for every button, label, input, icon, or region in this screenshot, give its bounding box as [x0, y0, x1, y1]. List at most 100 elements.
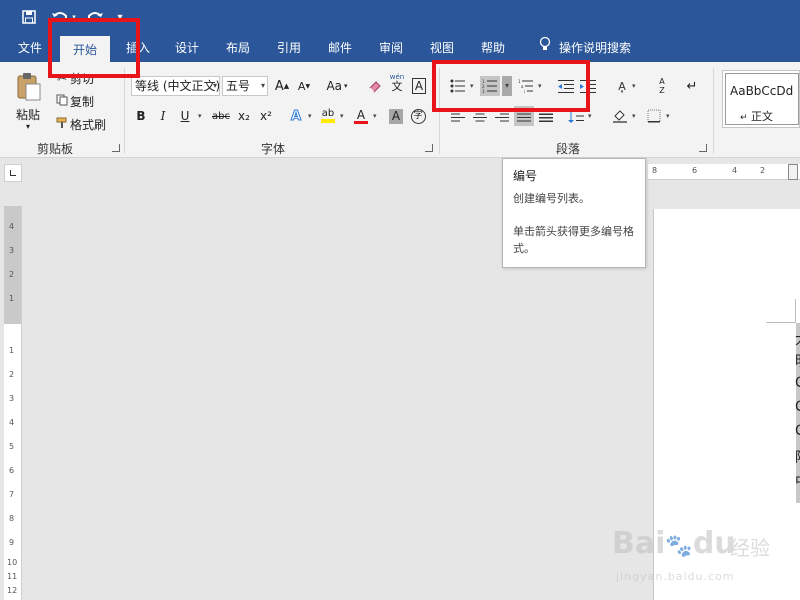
grow-font-icon[interactable]: A ▲ — [272, 76, 292, 96]
bold-button[interactable]: B — [131, 106, 151, 126]
tell-me-label: 操作说明搜索 — [558, 41, 631, 55]
font-color-swatch — [354, 120, 368, 124]
save-icon[interactable] — [18, 6, 40, 28]
paw-icon: 🐾 — [665, 534, 693, 559]
font-dialog-launcher[interactable] — [425, 144, 433, 152]
shading-dropdown-icon[interactable]: ▾ — [632, 112, 636, 120]
margin-corner-mark — [795, 299, 796, 323]
ruler-number: 7 — [9, 490, 15, 499]
style-name: ↵ 正文 — [740, 108, 773, 124]
character-shading-label: A — [388, 108, 404, 124]
chinese-layout-icon[interactable]: A͓ — [612, 76, 632, 96]
change-case-button[interactable]: Aa ▾ — [322, 76, 352, 96]
subscript-button[interactable]: x₂ — [234, 106, 254, 126]
italic-button[interactable]: I — [153, 106, 173, 126]
shading-icon[interactable] — [610, 106, 630, 126]
enclose-characters-label: 字 — [410, 108, 426, 124]
font-color-label: A — [356, 107, 366, 122]
tab-view[interactable]: 视图 — [420, 34, 464, 62]
document-text: C — [795, 423, 800, 439]
ruler-number: 9 — [9, 538, 15, 547]
group-separator — [713, 68, 714, 154]
highlight-swatch — [321, 119, 335, 123]
font-color-dropdown-icon[interactable]: ▾ — [373, 112, 377, 120]
clipboard-dialog-launcher[interactable] — [112, 144, 120, 152]
line-spacing-dropdown-icon[interactable]: ▾ — [588, 112, 592, 120]
borders-dropdown-icon[interactable]: ▾ — [666, 112, 670, 120]
text-effects-dropdown-icon[interactable]: ▾ — [308, 112, 312, 120]
ruler-number: 4 — [9, 418, 15, 427]
highlight-color-button[interactable]: ab — [318, 106, 338, 126]
paste-icon — [16, 72, 42, 105]
chevron-down-icon: ▾ — [212, 81, 217, 90]
style-preview-text: AaBbCcDd — [730, 84, 794, 98]
highlight-box-home-tab — [48, 18, 140, 78]
ruler-number: 6 — [692, 166, 698, 175]
highlight-dropdown-icon[interactable]: ▾ — [340, 112, 344, 120]
ruler-number: 8 — [9, 514, 15, 523]
ruler-number: 5 — [9, 442, 15, 451]
format-painter-label: 格式刷 — [70, 117, 107, 132]
style-normal-inner: AaBbCcDd ↵ 正文 — [725, 73, 799, 125]
document-text: C — [795, 399, 800, 415]
style-normal[interactable]: AaBbCcDd ↵ 正文 — [722, 70, 800, 128]
paragraph-dialog-launcher[interactable] — [699, 144, 707, 152]
document-text: 阿 — [795, 447, 800, 467]
font-family-combo[interactable]: 等线 (中文正文) ▾ — [131, 76, 220, 96]
format-painter-button[interactable]: 格式刷 — [54, 114, 106, 134]
tab-references[interactable]: 引用 — [267, 34, 311, 62]
watermark-url: jingyan.baidu.com — [616, 570, 735, 583]
change-case-label: Aa — [326, 79, 343, 93]
clipboard-group-label: 剪贴板 — [36, 142, 73, 156]
clear-formatting-icon[interactable] — [365, 76, 385, 96]
enclose-characters-button[interactable]: 字 — [408, 106, 428, 126]
chinese-layout-dropdown-icon[interactable]: ▾ — [632, 82, 636, 90]
font-size-combo[interactable]: 五号 ▾ — [222, 76, 268, 96]
font-color-button[interactable]: A — [351, 106, 371, 126]
tab-file[interactable]: 文件 — [8, 34, 52, 62]
paintbrush-icon — [54, 117, 70, 132]
copy-button[interactable]: 复制 — [54, 91, 94, 111]
ruler-number: 3 — [9, 246, 15, 255]
phonetic-guide-button[interactable]: wén 文 — [387, 72, 407, 92]
watermark-logo: Bai🐾du — [612, 526, 736, 561]
vertical-ruler[interactable]: 4 3 2 1 1 2 3 4 5 6 7 8 9 10 11 12 — [4, 206, 22, 600]
underline-dropdown-icon[interactable]: ▾ — [198, 112, 202, 120]
tooltip-line2: 单击箭头获得更多编号格式。 — [513, 225, 634, 255]
show-hide-marks-icon[interactable]: ↵ — [682, 76, 702, 96]
paste-button[interactable]: 粘贴 ▾ — [10, 68, 48, 138]
tab-help[interactable]: 帮助 — [471, 34, 515, 62]
borders-icon[interactable] — [644, 106, 664, 126]
text-effects-button[interactable]: A — [286, 106, 306, 126]
copy-label: 复制 — [70, 94, 95, 109]
ruler-number: 12 — [7, 586, 18, 595]
shrink-font-icon[interactable]: A ▼ — [294, 76, 314, 96]
tab-design[interactable]: 设计 — [165, 34, 209, 62]
font-family-value: 等线 (中文正文) — [135, 79, 220, 93]
ruler-number: 10 — [7, 558, 18, 567]
underline-button[interactable]: U — [175, 106, 195, 126]
left-tab-icon — [10, 170, 16, 176]
paste-dropdown-icon[interactable]: ▾ — [26, 122, 30, 131]
ruler-number: 6 — [9, 466, 15, 475]
tab-review[interactable]: 审阅 — [369, 34, 413, 62]
ruler-number: 2 — [9, 370, 15, 379]
tab-layout[interactable]: 布局 — [216, 34, 260, 62]
document-text: C — [795, 375, 800, 391]
strikethrough-button[interactable]: abc — [208, 106, 234, 126]
paragraph-mark-icon: ↵ — [740, 113, 748, 123]
indent-marker-icon[interactable] — [788, 164, 798, 180]
numbering-tooltip: 编号 创建编号列表。 单击箭头获得更多编号格式。 — [502, 158, 646, 268]
horizontal-ruler[interactable]: 8 6 4 2 — [648, 164, 800, 180]
tell-me-search[interactable]: 操作说明搜索 — [530, 34, 640, 62]
lightbulb-icon — [539, 34, 551, 62]
ruler-number: 1 — [9, 346, 15, 355]
baidu-jingyan-watermark: Bai🐾du 经验 jingyan.baidu.com — [612, 512, 798, 590]
character-shading-button[interactable]: A — [386, 106, 406, 126]
character-border-button[interactable]: A — [409, 76, 429, 96]
superscript-button[interactable]: x² — [256, 106, 276, 126]
font-size-value: 五号 — [226, 79, 251, 93]
sort-icon[interactable]: AZ — [652, 76, 672, 96]
tab-selector[interactable] — [4, 164, 22, 182]
tab-mailings[interactable]: 邮件 — [318, 34, 362, 62]
